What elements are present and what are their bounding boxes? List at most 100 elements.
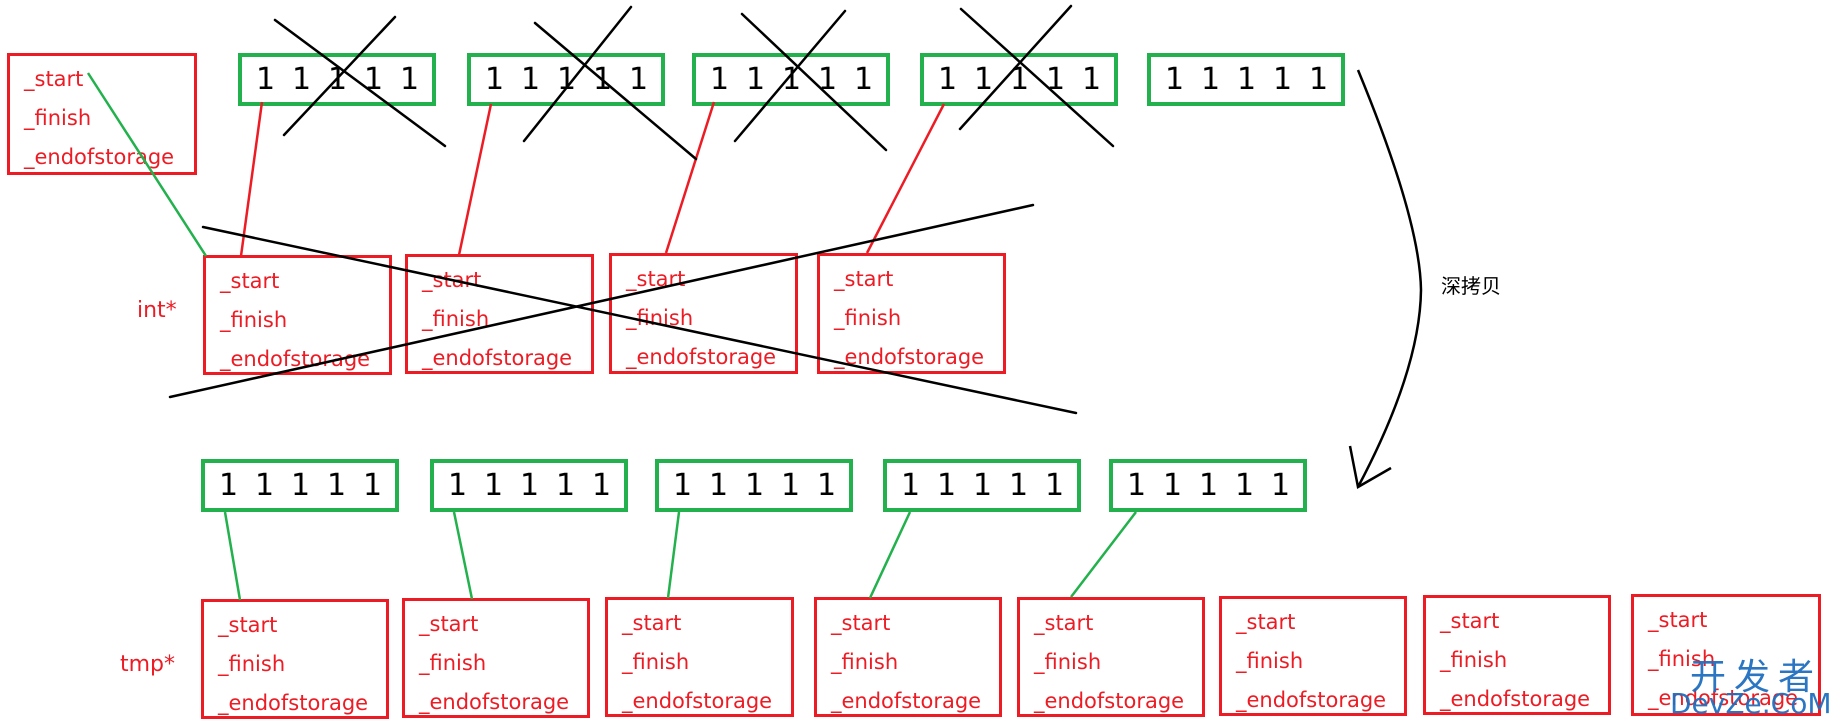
- old-array-1: 11111: [238, 53, 436, 106]
- tmp-pointer-line-4: [868, 511, 912, 599]
- field-endofstorage: _endofstorage: [24, 145, 175, 169]
- new-array-4: 11111: [883, 459, 1081, 512]
- field-endofstorage: _endofstorage: [218, 691, 369, 715]
- field-start: _start: [218, 613, 278, 637]
- array-element: 1: [292, 62, 312, 97]
- field-endofstorage: _endofstorage: [1236, 688, 1387, 712]
- array-element: 1: [1046, 62, 1066, 97]
- deep-copy-label: 深拷贝: [1441, 274, 1501, 298]
- tmp-struct-1: _start _finish _endofstorage: [201, 599, 389, 719]
- array-element: 1: [448, 468, 468, 503]
- array-element: 1: [1045, 468, 1065, 503]
- array-element: 1: [745, 468, 765, 503]
- array-element: 1: [709, 468, 729, 503]
- int-struct-1: _start _finish _endofstorage: [203, 255, 392, 375]
- tmp-pointer-line-5: [1070, 511, 1137, 598]
- array-element: 1: [710, 62, 730, 97]
- array-element: 1: [255, 468, 275, 503]
- field-start: _start: [1648, 608, 1708, 632]
- array-element: 1: [363, 468, 383, 503]
- array-element: 1: [973, 468, 993, 503]
- int-pointer-line-3: [664, 101, 716, 254]
- old-array-5: 11111: [1147, 53, 1345, 106]
- field-start: _start: [1034, 611, 1094, 635]
- array-element: 1: [592, 468, 612, 503]
- array-element: 1: [901, 468, 921, 503]
- field-start: _start: [834, 267, 894, 291]
- array-element: 1: [1271, 468, 1291, 503]
- field-endofstorage: _endofstorage: [831, 689, 982, 713]
- array-element: 1: [484, 468, 504, 503]
- int-pointer-line-1: [239, 101, 264, 257]
- array-element: 1: [1127, 468, 1147, 503]
- array-element: 1: [818, 62, 838, 97]
- array-element: 1: [1082, 62, 1102, 97]
- field-finish: _finish: [1440, 648, 1508, 672]
- deep-copy-arrow: [1356, 69, 1423, 488]
- array-element: 1: [854, 62, 874, 97]
- field-start: _start: [831, 611, 891, 635]
- field-finish: _finish: [626, 306, 694, 330]
- old-array-2: 11111: [467, 53, 665, 106]
- tmp-struct-2: _start _finish _endofstorage: [402, 598, 590, 718]
- array-element: 1: [1010, 62, 1030, 97]
- array-element: 1: [400, 62, 420, 97]
- tmp-struct-4: _start _finish _endofstorage: [814, 597, 1002, 717]
- tmp-pointer-line-1: [223, 511, 242, 601]
- array-element: 1: [328, 62, 348, 97]
- field-start: _start: [24, 67, 84, 91]
- array-element: 1: [974, 62, 994, 97]
- array-element: 1: [1199, 468, 1219, 503]
- field-start: _start: [626, 267, 686, 291]
- array-element: 1: [746, 62, 766, 97]
- field-finish: _finish: [220, 308, 288, 332]
- tmp-struct-6: _start _finish _endofstorage: [1219, 596, 1407, 716]
- field-finish: _finish: [1236, 649, 1304, 673]
- tmp-pointer-line-3: [666, 511, 681, 599]
- array-element: 1: [817, 468, 837, 503]
- array-element: 1: [1273, 62, 1293, 97]
- array-element: 1: [938, 62, 958, 97]
- field-endofstorage: _endofstorage: [834, 345, 985, 369]
- int-struct-3: _start _finish _endofstorage: [609, 253, 798, 374]
- field-finish: _finish: [24, 106, 92, 130]
- array-element: 1: [1237, 62, 1257, 97]
- array-element: 1: [291, 468, 311, 503]
- array-element: 1: [629, 62, 649, 97]
- field-start: _start: [419, 612, 479, 636]
- field-finish: _finish: [218, 652, 286, 676]
- field-finish: _finish: [834, 306, 902, 330]
- field-finish: _finish: [622, 650, 690, 674]
- tmp-struct-3: _start _finish _endofstorage: [605, 597, 794, 717]
- array-element: 1: [556, 468, 576, 503]
- array-element: 1: [521, 62, 541, 97]
- field-start: _start: [1236, 610, 1296, 634]
- field-endofstorage: _endofstorage: [1034, 689, 1185, 713]
- field-start: _start: [220, 269, 280, 293]
- watermark: 开发者 DevZe.CoM: [1670, 660, 1832, 720]
- int-pointer-label: int*: [137, 298, 177, 323]
- tmp-pointer-line-2: [452, 511, 474, 600]
- int-struct-2: _start _finish _endofstorage: [405, 254, 594, 374]
- old-array-3: 11111: [692, 53, 890, 106]
- array-element: 1: [1165, 62, 1185, 97]
- watermark-line-2: DevZe.CoM: [1670, 687, 1832, 720]
- deep-copy-arrowhead-icon: [1348, 445, 1392, 489]
- array-element: 1: [256, 62, 276, 97]
- new-array-5: 11111: [1109, 459, 1307, 512]
- field-finish: _finish: [422, 307, 490, 331]
- int-struct-4: _start _finish _endofstorage: [817, 253, 1006, 374]
- array-element: 1: [673, 468, 693, 503]
- field-start: _start: [422, 268, 482, 292]
- array-element: 1: [1009, 468, 1029, 503]
- tmp-struct-7: _start _finish _endofstorage: [1423, 595, 1611, 715]
- field-start: _start: [622, 611, 682, 635]
- field-finish: _finish: [831, 650, 899, 674]
- array-element: 1: [364, 62, 384, 97]
- field-endofstorage: _endofstorage: [1440, 687, 1591, 711]
- new-array-3: 11111: [655, 459, 853, 512]
- array-element: 1: [781, 468, 801, 503]
- array-element: 1: [1163, 468, 1183, 503]
- array-element: 1: [327, 468, 347, 503]
- array-element: 1: [557, 62, 577, 97]
